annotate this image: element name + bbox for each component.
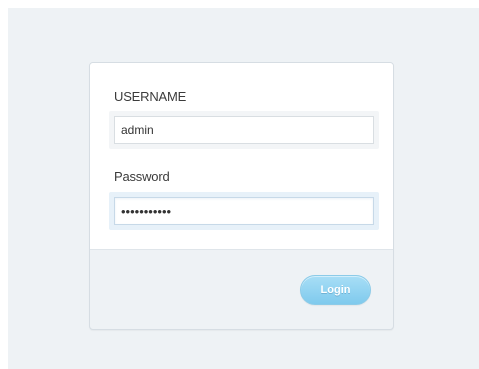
password-field-frame: [109, 192, 379, 230]
password-input[interactable]: [114, 197, 374, 225]
username-field-frame: [109, 111, 379, 149]
password-label: Password: [114, 169, 170, 184]
login-button[interactable]: Login: [300, 275, 371, 305]
login-panel: USERNAME Password Login: [89, 62, 394, 330]
username-label: USERNAME: [114, 89, 187, 104]
username-input[interactable]: [114, 116, 374, 144]
login-form-body: USERNAME Password: [90, 63, 393, 250]
